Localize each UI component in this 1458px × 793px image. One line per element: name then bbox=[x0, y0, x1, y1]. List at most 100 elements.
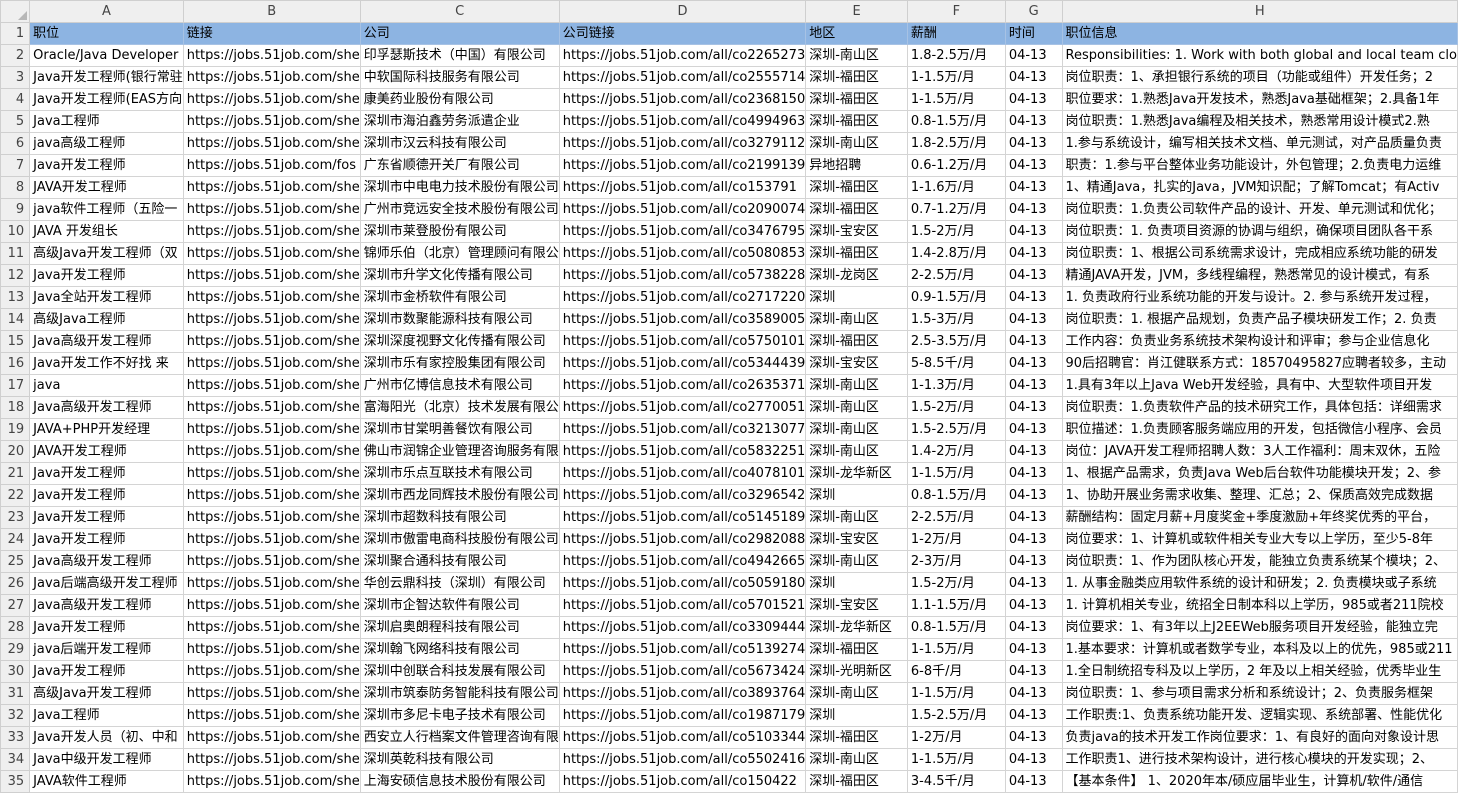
cell-salary[interactable]: 1.5-2.5万/月 bbox=[906, 418, 1006, 441]
cell-position[interactable]: JAVA 开发组长 bbox=[29, 220, 184, 243]
cell-job-info[interactable]: 岗位职责：1.负责软件产品的技术研究工作，具体包括：详细需求 bbox=[1061, 396, 1458, 419]
cell-link[interactable]: https://jobs.51job.com/she bbox=[182, 66, 361, 89]
cell-position[interactable]: Java开发工程师(EAS方向 bbox=[29, 88, 184, 111]
cell-job-info[interactable]: Responsibilities: 1. Work with both glob… bbox=[1061, 44, 1458, 67]
cell-salary[interactable]: 1.4-2万/月 bbox=[906, 440, 1006, 463]
cell-link[interactable]: https://jobs.51job.com/she bbox=[182, 660, 361, 683]
cell-position[interactable]: Java开发工作不好找 来 bbox=[29, 352, 184, 375]
cell-company-link[interactable]: https://jobs.51job.com/all/co2265273 bbox=[558, 44, 807, 67]
cell-salary[interactable]: 1-2万/月 bbox=[906, 726, 1006, 749]
cell-company-link[interactable]: https://jobs.51job.com/all/co2635371 bbox=[558, 374, 807, 397]
column-header-g[interactable]: G bbox=[1004, 0, 1063, 23]
cell-job-info[interactable]: 岗位要求：1、有3年以上J2EEWeb服务项目开发经验，能独立完 bbox=[1061, 616, 1458, 639]
cell-salary[interactable]: 1.8-2.5万/月 bbox=[906, 132, 1006, 155]
cell-time[interactable]: 04-13 bbox=[1004, 88, 1063, 111]
cell-position[interactable]: Java开发工程师 bbox=[29, 154, 184, 177]
cell-time[interactable]: 04-13 bbox=[1004, 330, 1063, 353]
row-number[interactable]: 3 bbox=[0, 66, 31, 89]
cell-company[interactable]: 深圳聚合通科技有限公司 bbox=[359, 550, 560, 573]
cell-salary[interactable]: 1-1.3万/月 bbox=[906, 374, 1006, 397]
cell-time[interactable]: 04-13 bbox=[1004, 44, 1063, 67]
cell-company-link[interactable]: https://jobs.51job.com/all/co2770051 bbox=[558, 396, 807, 419]
cell-position[interactable]: java软件工程师（五险一 bbox=[29, 198, 184, 221]
column-header-c[interactable]: C bbox=[359, 0, 560, 23]
cell-salary[interactable]: 1.5-2万/月 bbox=[906, 396, 1006, 419]
cell-company-link[interactable]: https://jobs.51job.com/all/co150422 bbox=[558, 770, 807, 793]
cell-company[interactable]: 深圳市汉云科技有限公司 bbox=[359, 132, 560, 155]
cell-time[interactable]: 04-13 bbox=[1004, 550, 1063, 573]
cell-link[interactable]: https://jobs.51job.com/she bbox=[182, 264, 361, 287]
cell-company-link[interactable]: https://jobs.51job.com/all/co5103344 bbox=[558, 726, 807, 749]
cell-job-info[interactable]: 1.参与系统设计，编写相关技术文档、单元测试，对产品质量负责 bbox=[1061, 132, 1458, 155]
cell-company-link[interactable]: https://jobs.51job.com/all/co2982088 bbox=[558, 528, 807, 551]
cell-link[interactable]: https://jobs.51job.com/she bbox=[182, 242, 361, 265]
cell-company[interactable]: 深圳市西龙同辉技术股份有限公司 bbox=[359, 484, 560, 507]
cell-company-link[interactable]: https://jobs.51job.com/all/co4994963 bbox=[558, 110, 807, 133]
cell-time[interactable]: 04-13 bbox=[1004, 440, 1063, 463]
cell-region[interactable]: 深圳-龙岗区 bbox=[805, 264, 908, 287]
cell-time[interactable]: 04-13 bbox=[1004, 374, 1063, 397]
cell-link[interactable]: https://jobs.51job.com/she bbox=[182, 572, 361, 595]
cell-salary[interactable]: 1-1.5万/月 bbox=[906, 88, 1006, 111]
cell-link[interactable]: https://jobs.51job.com/she bbox=[182, 286, 361, 309]
cell-salary[interactable]: 1.5-2万/月 bbox=[906, 220, 1006, 243]
cell-time[interactable]: 04-13 bbox=[1004, 418, 1063, 441]
cell-company[interactable]: 深圳市傲雷电商科技股份有限公司 bbox=[359, 528, 560, 551]
cell-company-link[interactable]: https://jobs.51job.com/all/co5139274 bbox=[558, 638, 807, 661]
cell-job-info[interactable]: 岗位职责：1.负责公司软件产品的设计、开发、单元测试和优化； bbox=[1061, 198, 1458, 221]
cell-job-info[interactable]: 1、根据产品需求，负责Java Web后台软件功能模块开发；2、参 bbox=[1061, 462, 1458, 485]
cell-position[interactable]: java后端开发工程师 bbox=[29, 638, 184, 661]
cell-time[interactable]: 04-13 bbox=[1004, 572, 1063, 595]
cell-company-link[interactable]: https://jobs.51job.com/all/co5344439 bbox=[558, 352, 807, 375]
row-number[interactable]: 17 bbox=[0, 374, 31, 397]
cell-region[interactable]: 异地招聘 bbox=[805, 154, 908, 177]
cell-position[interactable]: Java高级开发工程师 bbox=[29, 396, 184, 419]
cell-time[interactable]: 04-13 bbox=[1004, 132, 1063, 155]
cell-company-link[interactable]: https://jobs.51job.com/all/co3279112 bbox=[558, 132, 807, 155]
header-cell-position[interactable]: 职位 bbox=[29, 22, 184, 45]
cell-salary[interactable]: 2-2.5万/月 bbox=[906, 506, 1006, 529]
header-cell-link[interactable]: 链接 bbox=[182, 22, 361, 45]
header-cell-salary[interactable]: 薪酬 bbox=[906, 22, 1006, 45]
cell-company[interactable]: 锦师乐伯（北京）管理顾问有限公 bbox=[359, 242, 560, 265]
cell-region[interactable]: 深圳-宝安区 bbox=[805, 220, 908, 243]
cell-job-info[interactable]: 1. 计算机相关专业，统招全日制本科以上学历，985或者211院校 bbox=[1061, 594, 1458, 617]
cell-position[interactable]: JAVA开发工程师 bbox=[29, 176, 184, 199]
column-header-b[interactable]: B bbox=[182, 0, 361, 23]
cell-job-info[interactable]: 工作职责1、进行技术架构设计，进行核心模块的开发实现；2、 bbox=[1061, 748, 1458, 771]
row-number[interactable]: 26 bbox=[0, 572, 31, 595]
cell-link[interactable]: https://jobs.51job.com/she bbox=[182, 506, 361, 529]
cell-position[interactable]: 高级Java工程师 bbox=[29, 308, 184, 331]
header-cell-company-link[interactable]: 公司链接 bbox=[558, 22, 807, 45]
cell-link[interactable]: https://jobs.51job.com/she bbox=[182, 550, 361, 573]
cell-position[interactable]: Java高级开发工程师 bbox=[29, 330, 184, 353]
row-number[interactable]: 33 bbox=[0, 726, 31, 749]
cell-position[interactable]: java bbox=[29, 374, 184, 397]
cell-region[interactable]: 深圳-福田区 bbox=[805, 770, 908, 793]
cell-region[interactable]: 深圳-福田区 bbox=[805, 330, 908, 353]
cell-region[interactable]: 深圳-南山区 bbox=[805, 396, 908, 419]
row-number[interactable]: 9 bbox=[0, 198, 31, 221]
cell-company-link[interactable]: https://jobs.51job.com/all/co3296542 bbox=[558, 484, 807, 507]
cell-job-info[interactable]: 岗位职责：1、承担银行系统的项目（功能或组件）开发任务；2 bbox=[1061, 66, 1458, 89]
cell-company-link[interactable]: https://jobs.51job.com/all/co3309444 bbox=[558, 616, 807, 639]
cell-salary[interactable]: 1.1-1.5万/月 bbox=[906, 594, 1006, 617]
cell-job-info[interactable]: 工作内容：负责业务系统技术架构设计和评审；参与企业信息化 bbox=[1061, 330, 1458, 353]
cell-company-link[interactable]: https://jobs.51job.com/all/co3213077 bbox=[558, 418, 807, 441]
cell-salary[interactable]: 0.9-1.5万/月 bbox=[906, 286, 1006, 309]
cell-job-info[interactable]: 岗位职责：1、参与项目需求分析和系统设计；2、负责服务框架 bbox=[1061, 682, 1458, 705]
cell-salary[interactable]: 1.5-3万/月 bbox=[906, 308, 1006, 331]
cell-link[interactable]: https://jobs.51job.com/she bbox=[182, 770, 361, 793]
cell-company-link[interactable]: https://jobs.51job.com/all/co4942665 bbox=[558, 550, 807, 573]
cell-time[interactable]: 04-13 bbox=[1004, 484, 1063, 507]
cell-salary[interactable]: 1.4-2.8万/月 bbox=[906, 242, 1006, 265]
cell-salary[interactable]: 1-1.5万/月 bbox=[906, 748, 1006, 771]
cell-region[interactable]: 深圳-南山区 bbox=[805, 748, 908, 771]
header-cell-time[interactable]: 时间 bbox=[1004, 22, 1063, 45]
cell-salary[interactable]: 1-2万/月 bbox=[906, 528, 1006, 551]
cell-time[interactable]: 04-13 bbox=[1004, 264, 1063, 287]
cell-position[interactable]: Java工程师 bbox=[29, 704, 184, 727]
cell-job-info[interactable]: 1.全日制统招专科及以上学历，2 年及以上相关经验，优秀毕业生 bbox=[1061, 660, 1458, 683]
cell-link[interactable]: https://jobs.51job.com/she bbox=[182, 198, 361, 221]
cell-job-info[interactable]: 精通JAVA开发，JVM，多线程编程，熟悉常见的设计模式，有系 bbox=[1061, 264, 1458, 287]
